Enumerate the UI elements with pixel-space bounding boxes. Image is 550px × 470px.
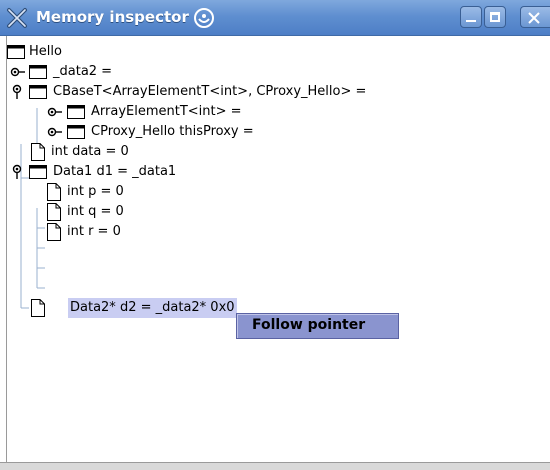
- context-menu: Follow pointer: [236, 313, 399, 339]
- window-bottom-border: [0, 462, 550, 470]
- tree-item[interactable]: int r = 0: [7, 222, 307, 242]
- title-bar[interactable]: Memory inspector: [0, 0, 550, 36]
- tree-item-label: int r = 0: [67, 224, 121, 239]
- file-icon: [47, 203, 61, 221]
- file-icon: [47, 223, 61, 241]
- tree-item-label: Data1 d1 = _data1: [53, 164, 177, 179]
- swirl-icon: [194, 8, 214, 28]
- tree-item-label: Data2* d2 = _data2* 0x0: [68, 298, 237, 318]
- tree-item[interactable]: Data1 d1 = _data1: [7, 162, 307, 182]
- file-icon: [31, 143, 45, 161]
- folder-icon: [67, 125, 85, 139]
- expander-icon[interactable]: [47, 127, 63, 137]
- close-icon: [528, 12, 540, 24]
- tree-item-label: int q = 0: [67, 204, 124, 219]
- tree-item-label: int data = 0: [51, 144, 129, 159]
- follow-pointer-menu-item[interactable]: Follow pointer: [252, 317, 365, 333]
- tree-item[interactable]: int data = 0: [7, 142, 307, 162]
- expanded-icon[interactable]: [10, 164, 24, 180]
- file-icon: [47, 183, 61, 201]
- expander-icon[interactable]: [10, 67, 26, 77]
- tree-item-label: _data2 =: [53, 64, 113, 79]
- folder-icon: [29, 165, 47, 179]
- tree-item-label: CProxy_Hello thisProxy =: [91, 124, 254, 139]
- tree-view[interactable]: Hello _data2 = CBaseT<ArrayElementT<int>…: [6, 36, 550, 464]
- tree-item-label: ArrayElementT<int> =: [91, 104, 242, 119]
- folder-icon: [29, 65, 47, 79]
- tree-item[interactable]: int p = 0: [7, 182, 307, 202]
- tree-item[interactable]: CProxy_Hello thisProxy =: [7, 122, 407, 142]
- expander-icon[interactable]: [47, 107, 63, 117]
- expanded-icon[interactable]: [10, 84, 24, 100]
- app-x-icon: [7, 8, 27, 28]
- tree-item[interactable]: int q = 0: [7, 202, 307, 222]
- minimize-button[interactable]: [460, 6, 482, 28]
- window-title: Memory inspector: [36, 8, 189, 26]
- folder-icon: [7, 45, 25, 59]
- tree-item-label: int p = 0: [67, 184, 124, 199]
- folder-icon: [67, 105, 85, 119]
- tree-item[interactable]: CBaseT<ArrayElementT<int>, CProxy_Hello>…: [7, 82, 547, 102]
- maximize-button[interactable]: [484, 6, 506, 28]
- folder-icon: [29, 85, 47, 99]
- tree-item[interactable]: Hello: [7, 42, 207, 62]
- file-icon: [31, 299, 45, 317]
- tree-item[interactable]: ArrayElementT<int> =: [7, 102, 407, 122]
- close-button[interactable]: [520, 6, 550, 28]
- tree-item-label: Hello: [29, 44, 62, 59]
- tree-item[interactable]: _data2 =: [7, 62, 207, 82]
- tree-item-label: CBaseT<ArrayElementT<int>, CProxy_Hello>…: [53, 84, 367, 99]
